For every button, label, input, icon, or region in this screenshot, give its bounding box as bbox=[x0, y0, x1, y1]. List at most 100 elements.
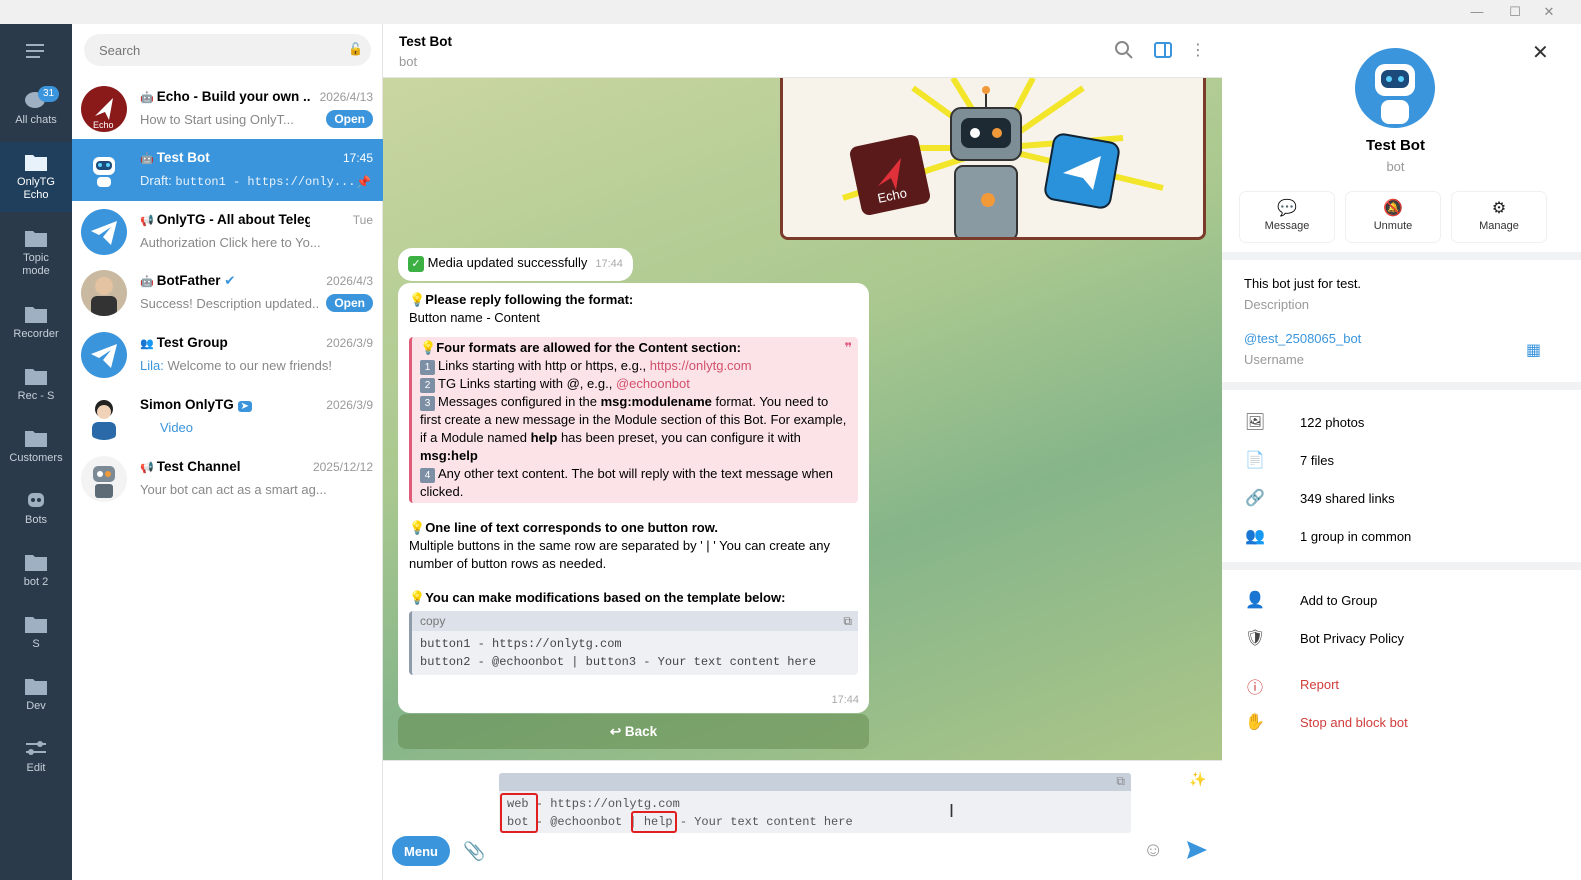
groups-count[interactable]: 1 group in common bbox=[1300, 529, 1411, 544]
add-user-icon: 👤 bbox=[1245, 592, 1265, 609]
bot-icon: 🤖 bbox=[140, 276, 154, 288]
folder-all-chats[interactable]: 31 All chats bbox=[0, 80, 72, 142]
minimize-icon[interactable]: — bbox=[1462, 2, 1492, 22]
verified-icon: ✔ bbox=[224, 273, 236, 288]
chat-item-test-channel[interactable]: 📢 Test Channel 2025/12/12 Your bot can ac… bbox=[72, 448, 383, 510]
highlight-box bbox=[500, 793, 538, 833]
window-titlebar: — ☐ ✕ bbox=[0, 0, 1581, 24]
link-icon: 🔗 bbox=[1245, 490, 1265, 507]
folder-recorder[interactable]: Recorder bbox=[0, 294, 72, 356]
folder-onlytg-echo[interactable]: OnlyTG Echo bbox=[0, 142, 72, 212]
send-icon[interactable] bbox=[1185, 839, 1209, 866]
chat-preview: Video bbox=[160, 420, 194, 435]
folder-icon bbox=[24, 428, 48, 448]
text-cursor-icon: I bbox=[949, 801, 955, 821]
photos-count[interactable]: 122 photos bbox=[1300, 415, 1364, 430]
add-to-group-button[interactable]: Add to Group bbox=[1300, 593, 1377, 608]
photos-icon: 🖼 bbox=[1244, 414, 1266, 431]
chat-header: Test Bot bot ⋮ bbox=[383, 24, 1222, 78]
chat-title[interactable]: Test Bot bbox=[399, 34, 452, 49]
shield-icon: 🛡 bbox=[1244, 630, 1266, 647]
chat-name: 👥 Test Group bbox=[140, 335, 228, 350]
more-options-icon[interactable]: ⋮ bbox=[1187, 40, 1209, 62]
svg-text:Echo: Echo bbox=[93, 120, 114, 130]
maximize-icon[interactable]: ☐ bbox=[1500, 2, 1530, 22]
bot-message[interactable]: 💡Please reply following the format: Butt… bbox=[398, 283, 869, 713]
chat-item-test-group[interactable]: 👥 Test Group 2026/3/9 Lila: Welcome to ou… bbox=[72, 324, 383, 386]
chat-list: 🔓 Echo 🤖Echo - Build your own ... 2026/4… bbox=[72, 24, 383, 880]
avatar bbox=[81, 270, 127, 316]
copy-icon[interactable]: ⧉ bbox=[843, 612, 852, 630]
group-icon: 👥 bbox=[1245, 528, 1265, 545]
folder-icon bbox=[24, 304, 48, 324]
chat-preview: Success! Description updated... bbox=[140, 296, 320, 311]
close-icon[interactable]: ✕ bbox=[1532, 40, 1549, 65]
main-menu-icon[interactable] bbox=[24, 42, 48, 60]
privacy-policy-button[interactable]: Bot Privacy Policy bbox=[1300, 631, 1404, 646]
report-button[interactable]: Report bbox=[1300, 677, 1339, 692]
link-echoonbot[interactable]: @echoonbot bbox=[616, 376, 690, 391]
highlight-box bbox=[631, 811, 677, 833]
chat-item-test-bot[interactable]: 🤖 Test Bot 17:45 Draft: button1 - https:/… bbox=[72, 139, 383, 201]
attach-icon[interactable]: 📎 bbox=[463, 841, 485, 862]
folder-s[interactable]: S bbox=[0, 604, 72, 666]
description-text: This bot just for test. bbox=[1244, 276, 1362, 291]
links-count[interactable]: 349 shared links bbox=[1300, 491, 1395, 506]
megaphone-icon: 📢 bbox=[140, 215, 154, 227]
folder-bots[interactable]: Bots bbox=[0, 480, 72, 542]
profile-avatar[interactable] bbox=[1355, 48, 1435, 128]
files-count[interactable]: 7 files bbox=[1300, 453, 1334, 468]
folder-icon bbox=[24, 676, 48, 696]
ai-icon[interactable]: ✨ bbox=[1189, 771, 1206, 788]
avatar bbox=[81, 147, 127, 193]
message-button[interactable]: 💬 Message bbox=[1240, 192, 1334, 242]
sliders-icon bbox=[24, 738, 48, 758]
close-window-icon[interactable]: ✕ bbox=[1534, 2, 1564, 22]
username-label: Username bbox=[1244, 352, 1304, 367]
emoji-icon[interactable]: ☺ bbox=[1143, 839, 1163, 862]
menu-button[interactable]: Menu bbox=[392, 836, 450, 866]
sliders-icon: ⚙ bbox=[1491, 200, 1507, 217]
lock-icon[interactable]: 🔓 bbox=[348, 42, 363, 56]
chat-time: 2026/4/13 bbox=[319, 90, 373, 104]
chat-item-echo[interactable]: Echo 🤖 Echo - Build your own ... 2026/4/1… bbox=[72, 78, 383, 140]
folder-bot-2[interactable]: bot 2 bbox=[0, 542, 72, 604]
folder-rec-s[interactable]: Rec - S bbox=[0, 356, 72, 418]
chat-item-simon[interactable]: Simon OnlyTG ➤ 2026/3/9 Video bbox=[72, 386, 383, 448]
copy-icon[interactable]: ⧉ bbox=[1116, 775, 1125, 789]
folder-icon bbox=[24, 614, 48, 634]
profile-name: Test Bot bbox=[1366, 137, 1425, 154]
qr-code-icon[interactable]: ▦ bbox=[1526, 340, 1541, 360]
open-button[interactable]: Open bbox=[326, 294, 373, 312]
composer-input[interactable]: ⧉ web - https://onlytg.com bot - @echoon… bbox=[499, 773, 1131, 833]
search-icon[interactable] bbox=[1113, 40, 1135, 62]
media-message[interactable]: Echo bbox=[780, 78, 1206, 240]
open-button[interactable]: Open bbox=[326, 110, 373, 128]
robot-illustration: Echo bbox=[783, 78, 1203, 237]
chat-item-botfather[interactable]: 🤖 BotFather ✔ 2026/4/3 Success! Descripti… bbox=[72, 262, 383, 324]
lightbulb-icon: 💡 bbox=[420, 340, 437, 355]
folder-topic-mode[interactable]: Topic mode bbox=[0, 218, 72, 288]
telegram-icon: ➤ bbox=[237, 401, 252, 412]
chat-subtitle: bot bbox=[399, 54, 418, 69]
chat-preview: Draft: button1 - https://only... bbox=[140, 173, 355, 189]
sidebar-toggle-icon[interactable] bbox=[1152, 40, 1174, 62]
folder-customers[interactable]: Customers bbox=[0, 418, 72, 480]
manage-button[interactable]: ⚙ Manage bbox=[1452, 192, 1546, 242]
folder-edit[interactable]: Edit bbox=[0, 728, 72, 790]
search-input[interactable] bbox=[84, 34, 371, 66]
link-onlytg[interactable]: https://onlytg.com bbox=[650, 358, 752, 373]
profile-panel: ✕ Test Bot bot 💬 Message 🔕 Unmute ⚙ Manage … bbox=[1222, 24, 1581, 880]
chat-item-onlytg[interactable]: 📢OnlyTG - All about Telegram Tue Authori… bbox=[72, 201, 383, 263]
check-icon: ✓ bbox=[408, 256, 424, 272]
unmute-button[interactable]: 🔕 Unmute bbox=[1346, 192, 1440, 242]
avatar: Echo bbox=[81, 86, 127, 132]
megaphone-icon: 📢 bbox=[140, 462, 154, 474]
folder-dev[interactable]: Dev bbox=[0, 666, 72, 728]
chat-preview: Authorization Click here to Yo... bbox=[140, 235, 321, 250]
username-link[interactable]: @test_2508065_bot bbox=[1244, 331, 1361, 346]
quote-icon: ❞ bbox=[844, 340, 852, 355]
folder-sidebar: 31 All chats OnlyTG Echo Topic mode Reco… bbox=[0, 24, 72, 880]
back-button[interactable]: ↩ Back bbox=[398, 714, 869, 749]
stop-block-button[interactable]: Stop and block bot bbox=[1300, 715, 1408, 730]
